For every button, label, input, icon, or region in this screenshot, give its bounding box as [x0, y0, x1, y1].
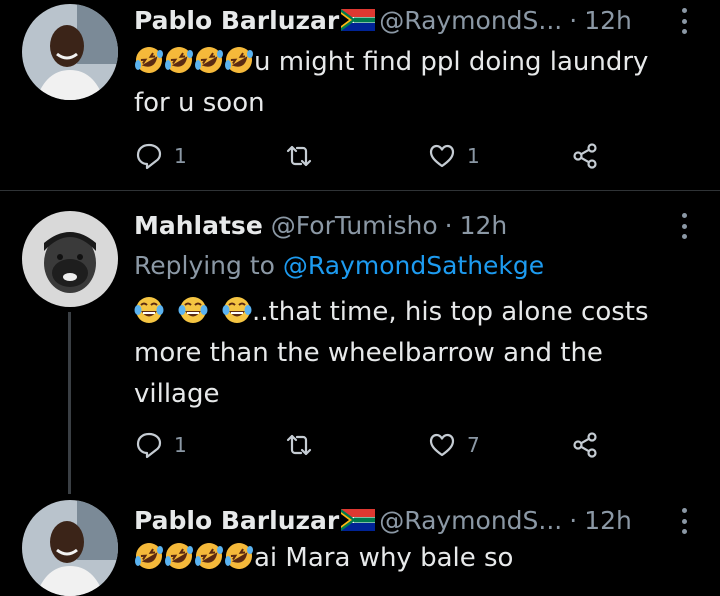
more-icon[interactable]	[674, 209, 694, 243]
tweet-text: ai Mara why bale so	[134, 538, 704, 579]
more-icon[interactable]	[674, 504, 694, 538]
avatar[interactable]	[22, 500, 118, 596]
thread-line	[68, 312, 71, 494]
like-button[interactable]: 7	[427, 425, 480, 465]
retweet-button[interactable]	[284, 425, 314, 465]
tweet-divider	[0, 190, 720, 191]
tweet-text: u might find ppl doing laundry for u soo…	[134, 42, 704, 124]
tweet-text-line: u might find ppl doing laundry	[254, 47, 649, 77]
rofl-emoji	[164, 45, 194, 75]
rofl-emoji	[164, 541, 194, 571]
timestamp[interactable]: 12h	[460, 211, 508, 240]
replying-label: Replying to	[134, 251, 275, 280]
tears-of-joy-emoji	[178, 295, 208, 325]
action-bar: 1 7	[134, 425, 614, 465]
author-name[interactable]: Pablo Barluzar	[134, 506, 339, 535]
like-count: 7	[467, 433, 480, 457]
rofl-emoji	[194, 45, 224, 75]
tweet-text: ..that time, his top alone costs more th…	[134, 292, 704, 415]
retweet-button[interactable]	[284, 136, 314, 176]
avatar[interactable]	[22, 211, 118, 307]
rofl-emoji	[134, 45, 164, 75]
timestamp[interactable]: 12h	[584, 6, 632, 35]
tears-of-joy-emoji	[134, 295, 164, 325]
separator-dot: ·	[569, 505, 578, 535]
like-icon	[429, 144, 455, 168]
reply-count: 1	[174, 433, 187, 457]
replying-to-link[interactable]: @RaymondSathekge	[283, 251, 544, 280]
like-count: 1	[467, 144, 480, 168]
share-button[interactable]	[570, 425, 600, 465]
author-name[interactable]: Pablo Barluzar	[134, 6, 339, 35]
tweet-text-line: ..that time, his top alone costs	[252, 297, 649, 327]
tweet-text-line: for u soon	[134, 88, 265, 118]
avatar-image	[22, 4, 118, 100]
like-button[interactable]: 1	[427, 136, 480, 176]
author-handle[interactable]: @RaymondS...	[379, 506, 562, 535]
south-africa-flag-icon	[341, 509, 376, 531]
retweet-icon	[286, 145, 312, 167]
action-bar: 1 1	[134, 136, 614, 176]
tweet-text-line: more than the wheelbarrow and the	[134, 338, 603, 368]
rofl-emoji	[224, 541, 254, 571]
author-handle[interactable]: @ForTumisho	[271, 211, 438, 240]
separator-dot: ·	[569, 5, 578, 35]
share-icon	[573, 432, 597, 458]
rofl-emoji	[224, 45, 254, 75]
reply-button[interactable]: 1	[134, 136, 187, 176]
author-name[interactable]: Mahlatse	[134, 211, 263, 240]
more-icon[interactable]	[674, 4, 694, 38]
share-button[interactable]	[570, 136, 600, 176]
rofl-emoji	[134, 541, 164, 571]
reply-count: 1	[174, 144, 187, 168]
separator-dot: ·	[444, 210, 453, 240]
reply-button[interactable]: 1	[134, 425, 187, 465]
reply-icon	[136, 143, 162, 170]
avatar-image	[22, 500, 118, 596]
timestamp[interactable]: 12h	[584, 506, 632, 535]
avatar[interactable]	[22, 4, 118, 100]
retweet-icon	[286, 434, 312, 456]
south-africa-flag-icon	[341, 9, 376, 31]
share-icon	[573, 143, 597, 169]
rofl-emoji	[194, 541, 224, 571]
reply-icon	[136, 432, 162, 459]
tweet-text-line: ai Mara why bale so	[254, 543, 514, 573]
avatar-image	[22, 211, 118, 307]
replying-to: Replying to @RaymondSathekge	[134, 246, 544, 286]
tears-of-joy-emoji	[222, 295, 252, 325]
like-icon	[429, 433, 455, 457]
tweet-text-line: village	[134, 379, 220, 409]
author-handle[interactable]: @RaymondS...	[379, 6, 562, 35]
